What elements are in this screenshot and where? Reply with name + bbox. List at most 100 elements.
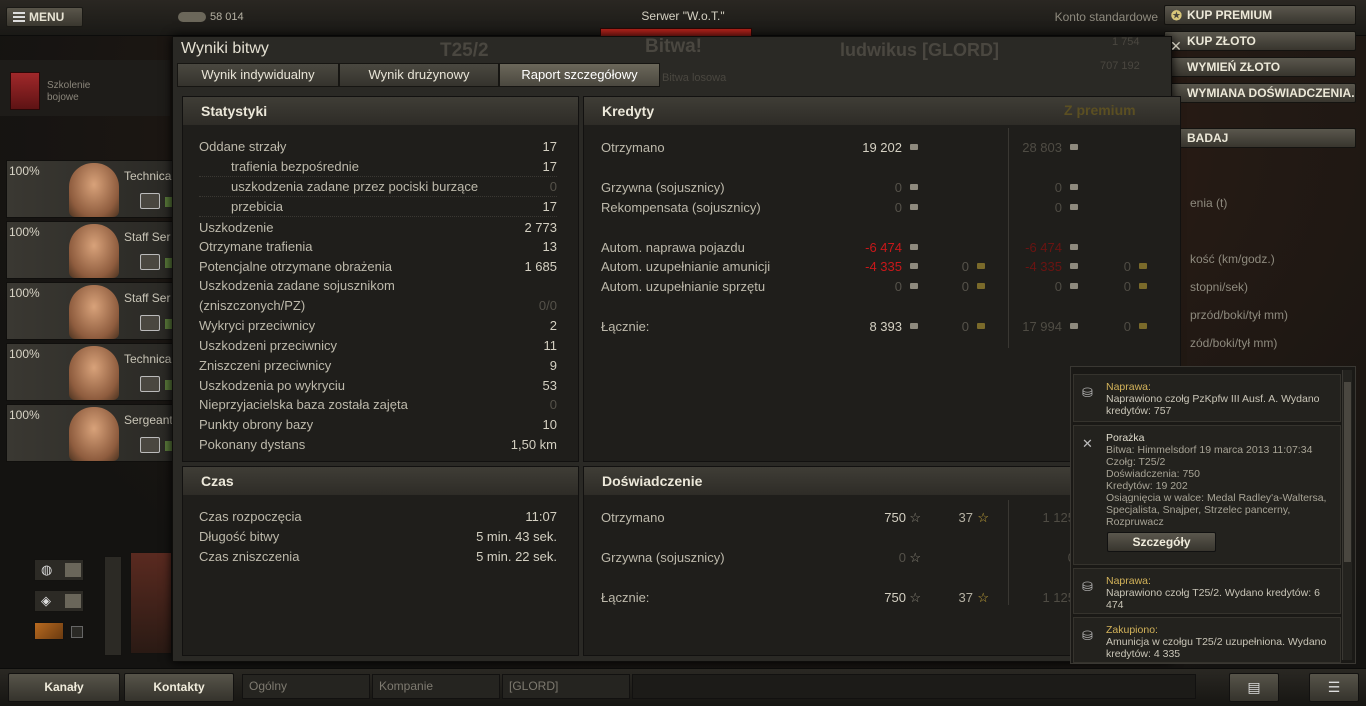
- tank-carousel-item[interactable]: [130, 552, 172, 654]
- tab-detailed-report[interactable]: Raport szczegółowy: [499, 63, 660, 87]
- training-icon[interactable]: [10, 72, 40, 110]
- close-icon[interactable]: ✕: [1167, 38, 1185, 54]
- window-title: Wyniki bitwy: [181, 40, 269, 57]
- notification-scrollbar[interactable]: [1342, 370, 1352, 660]
- stat-row: trafienia bezpośrednie 17: [199, 157, 557, 177]
- stat-label: (zniszczonych/PZ): [199, 298, 306, 313]
- menu-button[interactable]: MENU: [6, 7, 83, 27]
- crew-member[interactable]: 100% Staff Ser: [6, 282, 175, 340]
- stat-row: Uszkodzeni przeciwnicy 11: [199, 336, 557, 356]
- credit-value: 0: [961, 259, 969, 274]
- chat-input[interactable]: [632, 674, 1196, 699]
- credits-icon: [910, 184, 918, 190]
- camo-icon[interactable]: [34, 622, 64, 640]
- tab-individual[interactable]: Wynik indywidualny: [177, 63, 339, 87]
- credits-icon: [910, 283, 918, 289]
- star-icon: ☆: [909, 510, 921, 525]
- gold-star-icon: ☆: [977, 590, 989, 605]
- defeat-icon: ✕: [1082, 436, 1093, 451]
- filter-select[interactable]: ◈: [34, 590, 84, 612]
- time-label: Czas zniszczenia: [199, 549, 300, 564]
- stat-value: 1,50 km: [510, 437, 557, 452]
- stat-value: 13: [542, 239, 557, 254]
- scroll-thumb[interactable]: [1344, 382, 1351, 562]
- xp-label: Otrzymano: [601, 510, 665, 525]
- credit-value: 0: [961, 319, 969, 334]
- stat-value: 17: [542, 139, 557, 154]
- chat-tab-clan[interactable]: [GLORD]: [502, 674, 630, 699]
- training-label: Szkolenie bojowe: [47, 80, 91, 103]
- coins-icon: ⛁: [1082, 579, 1093, 594]
- carousel-scroll[interactable]: [104, 556, 122, 656]
- stat-row: przebicia 17: [199, 197, 557, 217]
- crew-member[interactable]: 100% Technical: [6, 160, 175, 218]
- tank-stat-label: stopni/sek): [1190, 280, 1249, 294]
- stat-label: Uszkodzenie: [199, 220, 274, 235]
- buy-premium-button[interactable]: ✪ KUP PREMIUM: [1164, 5, 1356, 25]
- crew-portrait: [69, 346, 119, 400]
- free-xp-value: 37: [958, 590, 973, 605]
- credits-icon: [1070, 184, 1078, 190]
- chat-tab-companies[interactable]: Kompanie: [372, 674, 500, 699]
- research-button[interactable]: BADAJ: [1164, 128, 1356, 148]
- bg-number: 1 754: [1112, 36, 1140, 48]
- stat-label: Punkty obrony bazy: [199, 417, 314, 432]
- credits-icon: [1070, 244, 1078, 250]
- credit-value: 0: [1054, 279, 1062, 294]
- stat-row: Punkty obrony bazy 10: [199, 415, 557, 435]
- credits-icon: [1070, 204, 1078, 210]
- stat-value: 0: [549, 179, 557, 194]
- contacts-button[interactable]: Kontakty: [124, 673, 234, 702]
- chat-tab-general[interactable]: Ogólny: [242, 674, 370, 699]
- credit-label: Otrzymano: [601, 140, 665, 155]
- details-button[interactable]: Szczegóły: [1107, 532, 1216, 552]
- account-type: Konto standardowe: [1054, 10, 1158, 24]
- rank-icon: [140, 376, 160, 392]
- chat-icon[interactable]: ▤: [1229, 673, 1279, 702]
- exchange-gold-button[interactable]: WYMIEŃ ZŁOTO: [1164, 57, 1356, 77]
- credit-value: 0: [1054, 180, 1062, 195]
- stat-label: przebicia: [231, 199, 284, 214]
- xp-row: Grzywna (sojusznicy)0☆0: [601, 548, 1075, 568]
- credit-value: 28 803: [1022, 140, 1062, 155]
- credits-icon: [910, 204, 918, 210]
- notifications-list-icon[interactable]: ☰: [1309, 673, 1359, 702]
- region-select[interactable]: ◍: [34, 559, 84, 581]
- buy-gold-button[interactable]: KUP ZŁOTO: [1164, 31, 1356, 51]
- time-value: 5 min. 22 sek.: [476, 549, 557, 564]
- stat-label: Zniszczeni przeciwnicy: [199, 358, 332, 373]
- xp-value: 0: [898, 550, 906, 565]
- credit-row: Autom. uzupełnianie sprzętu 0 0 0 0: [601, 277, 1161, 297]
- channels-button[interactable]: Kanały: [8, 673, 120, 702]
- star-icon: ✪: [1171, 8, 1182, 23]
- stat-row: Nieprzyjacielska baza została zajęta 0: [199, 395, 557, 415]
- crew-member[interactable]: 100% Sergeant: [6, 404, 175, 462]
- crew-portrait: [69, 163, 119, 217]
- checkbox[interactable]: [71, 626, 83, 638]
- bg-tank-name: T25/2: [440, 40, 489, 61]
- filter-icon: ◈: [41, 593, 51, 608]
- crew-member[interactable]: 100% Staff Ser: [6, 221, 175, 279]
- rank-icon: [140, 315, 160, 331]
- globe-icon: ◍: [41, 562, 53, 577]
- stat-label: Wykryci przeciwnicy: [199, 318, 316, 333]
- stat-label: trafienia bezpośrednie: [231, 159, 359, 174]
- credit-label: Autom. uzupełnianie sprzętu: [601, 279, 766, 294]
- bg-battle-label: Bitwa!: [645, 36, 702, 57]
- chevron-down-icon: [65, 594, 81, 608]
- stat-value: 0/0: [538, 298, 557, 313]
- coins-icon: ⛁: [1082, 628, 1093, 643]
- stat-label: Oddane strzały: [199, 139, 287, 154]
- crew-member[interactable]: 100% Technical: [6, 343, 175, 401]
- credit-value: 0: [1054, 200, 1062, 215]
- credit-value: 0: [1123, 259, 1131, 274]
- stat-row: uszkodzenia zadane przez pociski burzące…: [199, 177, 557, 197]
- credit-value: 0: [961, 279, 969, 294]
- credit-value: 17 994: [1022, 319, 1062, 334]
- credit-row: Otrzymano 19 202 28 803: [601, 138, 1161, 158]
- star-icon: ☆: [909, 590, 921, 605]
- credits-icon: [1070, 323, 1078, 329]
- exchange-xp-button[interactable]: WYMIANA DOŚWIADCZENIA...: [1164, 83, 1356, 103]
- gold-star-icon: ☆: [977, 510, 989, 525]
- tab-team[interactable]: Wynik drużynowy: [339, 63, 499, 87]
